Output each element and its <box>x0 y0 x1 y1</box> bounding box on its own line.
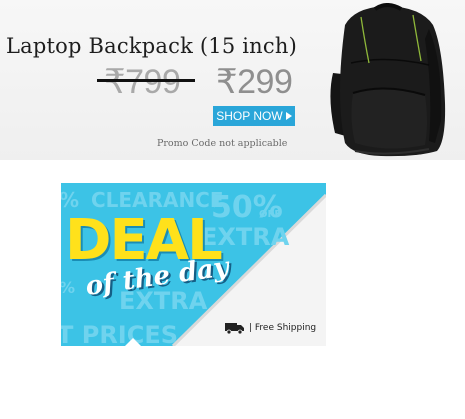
original-price: ₹799 <box>104 63 181 101</box>
product-promo-banner[interactable]: Laptop Backpack (15 inch) ₹799 ₹299 SHOP… <box>0 0 465 160</box>
arrow-right-icon <box>285 112 292 120</box>
svg-text:T PRICES: T PRICES <box>61 321 178 346</box>
shop-now-button[interactable]: SHOP NOW <box>213 106 295 126</box>
free-shipping-label: | Free Shipping <box>249 323 317 333</box>
free-shipping-badge: | Free Shipping <box>225 322 316 334</box>
svg-text:%: % <box>61 278 75 297</box>
truck-icon <box>225 323 244 334</box>
svg-text:OFF: OFF <box>259 209 281 220</box>
price-strikethrough <box>97 79 195 82</box>
backpack-image <box>330 3 446 157</box>
promo-code-note: Promo Code not applicable <box>157 138 288 149</box>
product-title: Laptop Backpack (15 inch) <box>6 34 297 58</box>
sale-price: ₹299 <box>216 63 293 101</box>
deal-of-the-day-banner[interactable]: CLEARANCE % 50% OFF EXTRA EXTRA T PRICES… <box>61 183 326 346</box>
shop-now-label: SHOP NOW <box>216 109 283 123</box>
